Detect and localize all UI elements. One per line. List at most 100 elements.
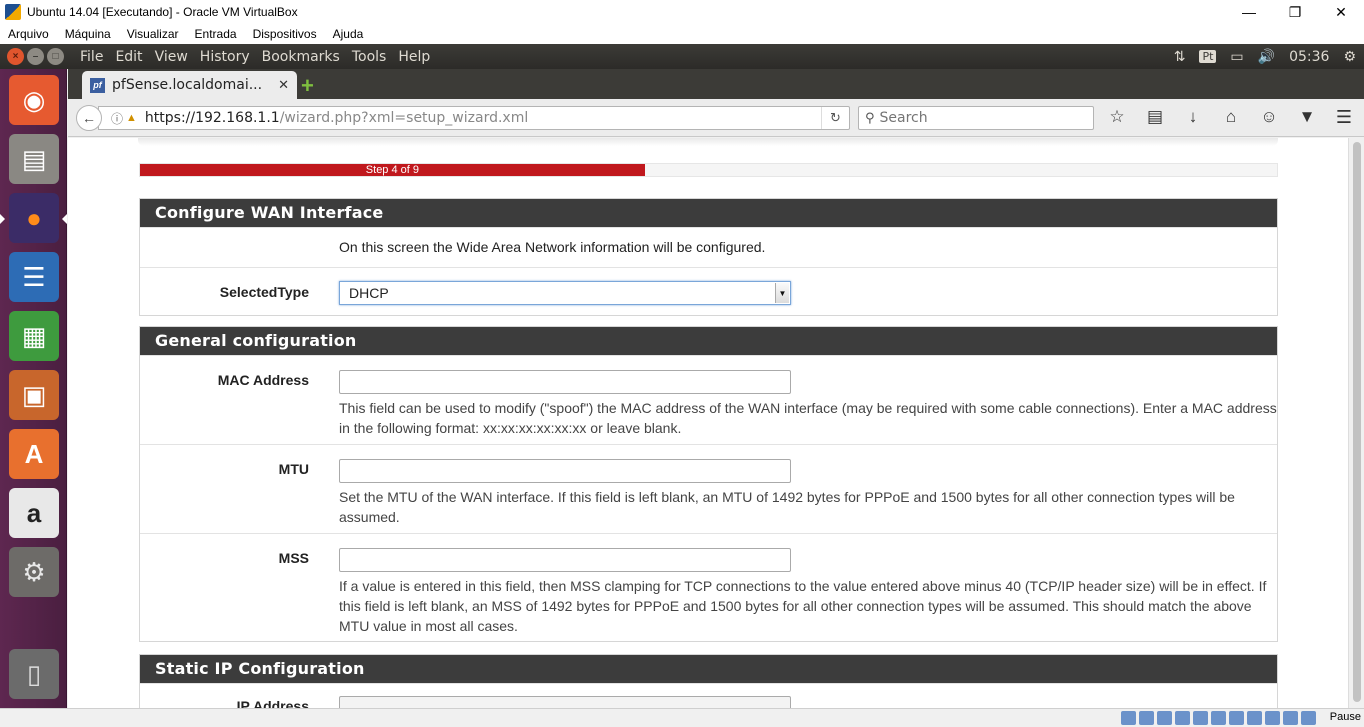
reading-list-icon[interactable]: ▤ (1144, 107, 1166, 127)
minimize-icon[interactable]: — (1226, 0, 1272, 24)
menu-maquina[interactable]: Máquina (57, 27, 119, 41)
dash-home-icon[interactable]: ◉ (9, 75, 59, 125)
close-window-icon[interactable]: × (7, 48, 24, 65)
url-text[interactable]: https://192.168.1.1/wizard.php?xml=setup… (145, 110, 528, 126)
clock[interactable]: 05:36 (1289, 49, 1329, 65)
ip-address-input[interactable] (339, 696, 791, 708)
system-settings-icon[interactable]: ⚙ (9, 547, 59, 597)
menu-file[interactable]: File (74, 49, 109, 65)
menu-arquivo[interactable]: Arquivo (0, 27, 57, 41)
maximize-window-icon[interactable]: □ (47, 48, 64, 65)
tab-close-icon[interactable]: ✕ (278, 77, 289, 93)
maximize-icon[interactable]: ❐ (1272, 0, 1318, 24)
shared-folders-icon[interactable] (1211, 711, 1226, 725)
pfsense-favicon-icon: pf (90, 77, 105, 93)
back-arrow-icon[interactable]: ← (76, 105, 102, 131)
url-path: /wizard.php?xml=setup_wizard.xml (279, 110, 529, 126)
wan-panel-heading: Configure WAN Interface (140, 199, 1277, 227)
host-key-icon[interactable] (1301, 711, 1316, 725)
menu-view[interactable]: View (149, 49, 194, 65)
selected-type-value: DHCP (349, 285, 389, 301)
session-gear-icon[interactable]: ⚙ (1343, 49, 1356, 65)
mss-row: MSS If a value is entered in this field,… (140, 533, 1277, 641)
ip-address-row: IP Address (140, 683, 1277, 708)
mouse-integration-icon[interactable] (1283, 711, 1298, 725)
libreoffice-impress-icon[interactable]: ▣ (9, 370, 59, 420)
audio-icon[interactable] (1157, 711, 1172, 725)
network-adapter-icon[interactable] (1175, 711, 1190, 725)
mss-input[interactable] (339, 548, 791, 572)
files-icon[interactable]: ▤ (9, 134, 59, 184)
mtu-input[interactable] (339, 459, 791, 483)
chat-icon[interactable]: ☺ (1258, 107, 1280, 127)
unity-launcher: ◉ ▤ ● ☰ ▦ ▣ A a ⚙ ▯ (0, 69, 67, 727)
video-capture-icon[interactable] (1247, 711, 1262, 725)
window-title: Ubuntu 14.04 [Executando] - Oracle VM Vi… (27, 5, 298, 19)
optical-drive-icon[interactable] (1139, 711, 1154, 725)
ip-address-label: IP Address (236, 698, 309, 708)
pocket-icon[interactable]: ▼ (1296, 107, 1318, 127)
menu-hamburger-icon[interactable]: ☰ (1336, 107, 1352, 128)
insecure-warning-icon[interactable]: ▲ (126, 112, 137, 124)
menu-ajuda[interactable]: Ajuda (325, 27, 372, 41)
wan-intro-row: On this screen the Wide Area Network inf… (140, 227, 1277, 267)
new-tab-icon[interactable]: + (301, 73, 314, 99)
volume-icon[interactable]: 🔊 (1258, 49, 1275, 65)
search-input[interactable] (879, 110, 1080, 126)
focused-app-indicator (62, 214, 67, 224)
vbox-device-icons (1121, 711, 1316, 725)
page-scrollbar[interactable] (1348, 138, 1364, 708)
menu-visualizar[interactable]: Visualizar (119, 27, 187, 41)
wan-intro-text: On this screen the Wide Area Network inf… (339, 239, 766, 255)
bookmark-star-icon[interactable]: ☆ (1106, 107, 1128, 127)
selected-type-select[interactable]: DHCP ▼ (339, 281, 791, 305)
static-ip-panel: Static IP Configuration IP Address (139, 654, 1278, 708)
mtu-row: MTU Set the MTU of the WAN interface. If… (140, 444, 1277, 533)
wizard-progress: Step 4 of 9 (139, 163, 1278, 177)
chevron-down-icon[interactable]: ▼ (775, 283, 789, 303)
search-bar[interactable]: ⚲ (858, 106, 1094, 130)
menu-history[interactable]: History (194, 49, 256, 65)
mac-address-input[interactable] (339, 370, 791, 394)
toolbar-icons: ☆ ▤ ↓ ⌂ ☺ ▼ (1106, 107, 1318, 127)
reload-icon[interactable]: ↻ (821, 107, 849, 129)
menu-help[interactable]: Help (392, 49, 436, 65)
ubuntu-top-panel: × – □ File Edit View History Bookmarks T… (0, 44, 1364, 69)
pause-label[interactable]: Pause (1330, 711, 1361, 723)
libreoffice-calc-icon[interactable]: ▦ (9, 311, 59, 361)
url-bar[interactable]: ⓘ ▲ https://192.168.1.1/wizard.php?xml=s… (98, 106, 850, 130)
battery-icon[interactable]: ▭ (1230, 49, 1243, 65)
minimize-window-icon[interactable]: – (27, 48, 44, 65)
window-buttons: × – □ (7, 48, 64, 65)
info-icon[interactable]: ⓘ (111, 110, 123, 127)
mtu-label: MTU (278, 461, 309, 477)
vbox-status-bar: Pause (0, 708, 1364, 727)
keyboard-layout-indicator[interactable]: Pt (1199, 50, 1217, 63)
software-center-icon[interactable]: A (9, 429, 59, 479)
hard-disk-icon[interactable] (1121, 711, 1136, 725)
downloads-icon[interactable]: ↓ (1182, 107, 1204, 127)
mss-label: MSS (278, 550, 309, 566)
vbox-menu-bar: Arquivo Máquina Visualizar Entrada Dispo… (0, 24, 1364, 44)
amazon-icon[interactable]: a (9, 488, 59, 538)
indicators: ⇅ Pt ▭ 🔊 05:36 ⚙ (1174, 44, 1356, 69)
menu-dispositivos[interactable]: Dispositivos (245, 27, 325, 41)
network-icon[interactable]: ⇅ (1174, 49, 1186, 65)
menu-bookmarks[interactable]: Bookmarks (256, 49, 346, 65)
display-icon[interactable] (1229, 711, 1244, 725)
browser-tab[interactable]: pf pfSense.localdomai... ✕ (82, 71, 297, 99)
close-icon[interactable]: ✕ (1318, 0, 1364, 24)
libreoffice-writer-icon[interactable]: ☰ (9, 252, 59, 302)
trash-icon[interactable]: ▯ (9, 649, 59, 699)
menu-entrada[interactable]: Entrada (187, 27, 245, 41)
menu-edit[interactable]: Edit (109, 49, 148, 65)
firefox-icon[interactable]: ● (9, 193, 59, 243)
menu-tools[interactable]: Tools (346, 49, 393, 65)
cpu-icon[interactable] (1265, 711, 1280, 725)
home-icon[interactable]: ⌂ (1220, 107, 1242, 127)
scrollbar-thumb[interactable] (1353, 142, 1361, 702)
selected-type-row: SelectedType DHCP ▼ (140, 267, 1277, 315)
usb-icon[interactable] (1193, 711, 1208, 725)
general-panel-heading: General configuration (140, 327, 1277, 355)
app-menu: File Edit View History Bookmarks Tools H… (74, 49, 436, 65)
